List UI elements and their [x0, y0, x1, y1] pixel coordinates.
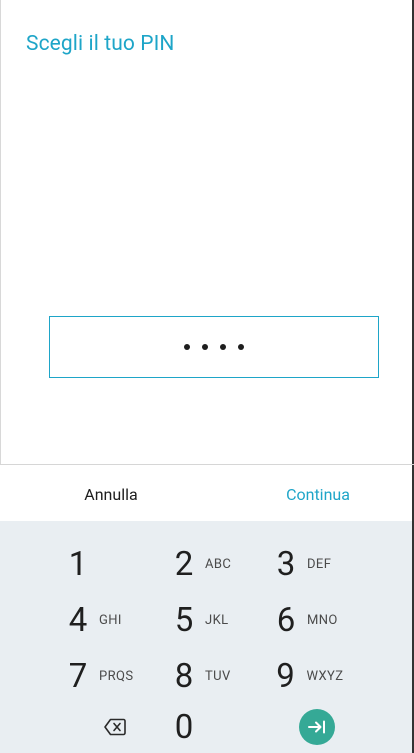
pin-input-field[interactable]	[49, 316, 379, 378]
key-digit: 6	[276, 600, 296, 640]
enter-arrow-icon	[299, 709, 335, 745]
key-letters: MNO	[307, 612, 338, 628]
pin-dot	[238, 344, 244, 350]
key-digit: 4	[68, 600, 88, 640]
cancel-button[interactable]: Annulla	[66, 485, 156, 504]
page-title: Scegli il tuo PIN	[26, 32, 175, 56]
key-8[interactable]: 8 TUV	[152, 650, 262, 702]
key-7[interactable]: 7 PRQS	[46, 650, 156, 702]
key-letters: GHI	[99, 612, 122, 628]
key-letters: TUV	[205, 668, 231, 684]
key-1[interactable]: 1	[46, 538, 156, 590]
key-digit: 2	[174, 544, 194, 584]
key-letters: ABC	[205, 556, 232, 572]
pin-dot	[220, 344, 226, 350]
numeric-keypad: 1 2 ABC 3 DEF 4 GHI 5 JKL 6 MNO 7 PRQS 8…	[0, 521, 412, 753]
pin-dot	[202, 344, 208, 350]
continue-button[interactable]: Continua	[266, 485, 370, 504]
pin-setup-screen: Scegli il tuo PIN Annulla Continua 1 2 A…	[0, 0, 414, 753]
key-letters: JKL	[205, 612, 229, 628]
key-3[interactable]: 3 DEF	[254, 538, 364, 590]
backspace-icon	[104, 718, 126, 736]
key-letters: PRQS	[99, 668, 134, 684]
key-letters: WXYZ	[306, 668, 344, 684]
pin-dot	[184, 344, 190, 350]
pin-dots	[184, 344, 244, 350]
key-digit: 3	[276, 544, 296, 584]
key-6[interactable]: 6 MNO	[254, 594, 364, 646]
key-digit: 1	[68, 544, 88, 584]
action-bar: Annulla Continua	[0, 465, 412, 521]
key-digit: 5	[174, 600, 194, 640]
key-9[interactable]: 9 WXYZ	[254, 650, 364, 702]
key-digit: 9	[276, 656, 295, 696]
key-digit: 0	[174, 707, 194, 747]
key-0[interactable]: 0	[152, 701, 262, 753]
key-5[interactable]: 5 JKL	[152, 594, 262, 646]
key-4[interactable]: 4 GHI	[46, 594, 156, 646]
key-digit: 8	[174, 656, 194, 696]
key-letters: DEF	[307, 556, 332, 572]
enter-key[interactable]	[262, 701, 372, 753]
key-2[interactable]: 2 ABC	[152, 538, 262, 590]
key-digit: 7	[68, 656, 88, 696]
